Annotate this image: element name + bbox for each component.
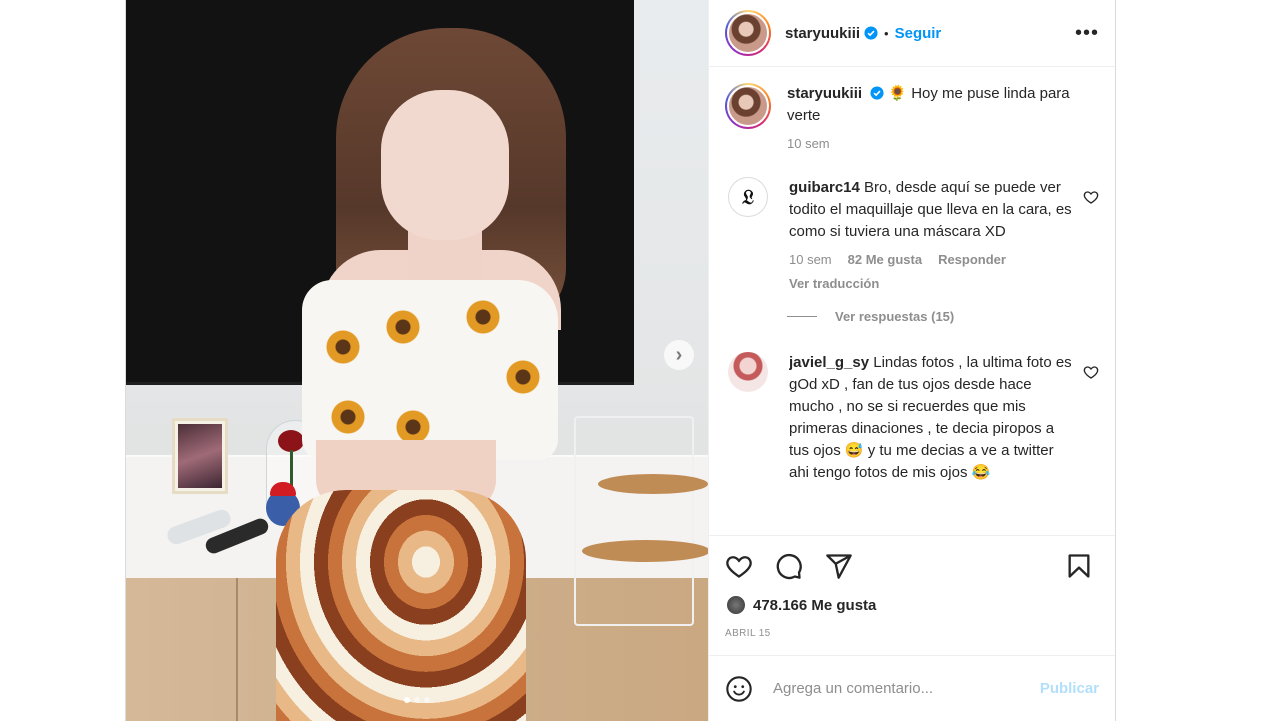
- comment-item: 𝔏 guibarc14 Bro, desde aquí se puede ver…: [725, 177, 1099, 295]
- swirl-pants: [276, 490, 526, 721]
- save-icon[interactable]: [1065, 552, 1093, 580]
- sunflower-print: [506, 360, 540, 394]
- post-photo[interactable]: ›: [126, 0, 708, 721]
- add-comment-bar: Publicar: [709, 655, 1115, 721]
- rose: [278, 430, 304, 452]
- stand-tray: [582, 540, 708, 562]
- tiered-stand: [574, 416, 694, 626]
- comment-time: 10 sem: [789, 252, 832, 267]
- slide-dot: [404, 697, 410, 703]
- heart-icon[interactable]: [725, 552, 753, 580]
- comment-username[interactable]: javiel_g_sy: [789, 354, 869, 371]
- comments-list[interactable]: staryuukiii 🌻 Hoy me puse linda para ver…: [709, 67, 1115, 535]
- sunflower-print: [466, 300, 500, 334]
- avatar-image: [727, 12, 769, 54]
- comment-item: javiel_g_sy Lindas fotos , la ultima fot…: [725, 352, 1099, 480]
- post-side-panel: staryuukiii • Seguir ••• staryuukiii 🌻 H…: [708, 0, 1115, 721]
- sunflower-print: [331, 400, 365, 434]
- likes-count[interactable]: 478.166 Me gusta: [725, 594, 1099, 616]
- replies-line: [787, 316, 817, 317]
- photo-frame-picture: [178, 424, 222, 488]
- heart-icon[interactable]: [1083, 364, 1099, 380]
- publish-button[interactable]: Publicar: [1040, 680, 1099, 697]
- comment-input[interactable]: [773, 680, 1040, 697]
- verified-icon: [864, 26, 878, 40]
- action-icons: [725, 546, 1099, 586]
- reply-button[interactable]: Responder: [938, 249, 1006, 271]
- commenter-avatar[interactable]: 𝔏: [728, 177, 768, 217]
- slide-dot: [414, 697, 420, 703]
- chevron-right-icon: ›: [675, 344, 683, 366]
- avatar-image: [727, 85, 769, 127]
- author-avatar[interactable]: [725, 83, 771, 129]
- separator-dot: •: [884, 25, 889, 41]
- commenter-avatar[interactable]: [728, 352, 768, 392]
- stand-tray: [598, 474, 708, 494]
- heart-icon[interactable]: [1083, 189, 1099, 205]
- slide-dot: [424, 697, 430, 703]
- comment-body: javiel_g_sy Lindas fotos , la ultima fot…: [789, 352, 1073, 480]
- liker-avatar: [725, 594, 747, 616]
- caption-body: staryuukiii 🌻 Hoy me puse linda para ver…: [787, 83, 1099, 155]
- comment-username[interactable]: guibarc14: [789, 179, 860, 196]
- follow-button[interactable]: Seguir: [895, 25, 942, 42]
- slide-indicator: [126, 697, 708, 703]
- comment-icon[interactable]: [775, 552, 803, 580]
- comment-likes[interactable]: 82 Me gusta: [848, 249, 922, 271]
- comment-meta-2: Ver traducción: [789, 273, 1073, 295]
- caption: staryuukiii 🌻 Hoy me puse linda para ver…: [725, 83, 1099, 155]
- verified-icon: [870, 86, 884, 100]
- caption-time: 10 sem: [787, 136, 830, 151]
- person-face: [381, 90, 509, 240]
- caption-meta: 10 sem: [787, 133, 1099, 155]
- view-replies-button[interactable]: Ver respuestas (15): [787, 309, 1099, 324]
- comment-text: Lindas fotos , la ultima foto es gOd xD …: [789, 354, 1072, 480]
- emoji-icon[interactable]: [725, 675, 753, 703]
- instagram-post: › staryuukiii • Seguir ••• staryuukiii 🌻…: [125, 0, 1116, 721]
- post-actions: 478.166 Me gusta ABRIL 15: [709, 535, 1115, 655]
- author-avatar[interactable]: [725, 10, 771, 56]
- sunflower-print: [326, 330, 360, 364]
- sunflower-print: [386, 310, 420, 344]
- more-icon[interactable]: •••: [1075, 23, 1099, 43]
- post-date: ABRIL 15: [725, 628, 771, 639]
- view-replies-label: Ver respuestas (15): [835, 309, 955, 324]
- translate-button[interactable]: Ver traducción: [789, 273, 879, 295]
- comment-body: guibarc14 Bro, desde aquí se puede ver t…: [789, 177, 1073, 295]
- sunflower-print: [396, 410, 430, 444]
- post-header: staryuukiii • Seguir •••: [709, 0, 1115, 67]
- comment-meta: 10 sem 82 Me gusta Responder: [789, 249, 1073, 271]
- next-slide-button[interactable]: ›: [664, 340, 694, 370]
- likes-label: 478.166 Me gusta: [753, 596, 877, 614]
- caption-username[interactable]: staryuukiii: [787, 85, 862, 102]
- author-username[interactable]: staryuukiii: [785, 25, 860, 42]
- share-icon[interactable]: [825, 552, 853, 580]
